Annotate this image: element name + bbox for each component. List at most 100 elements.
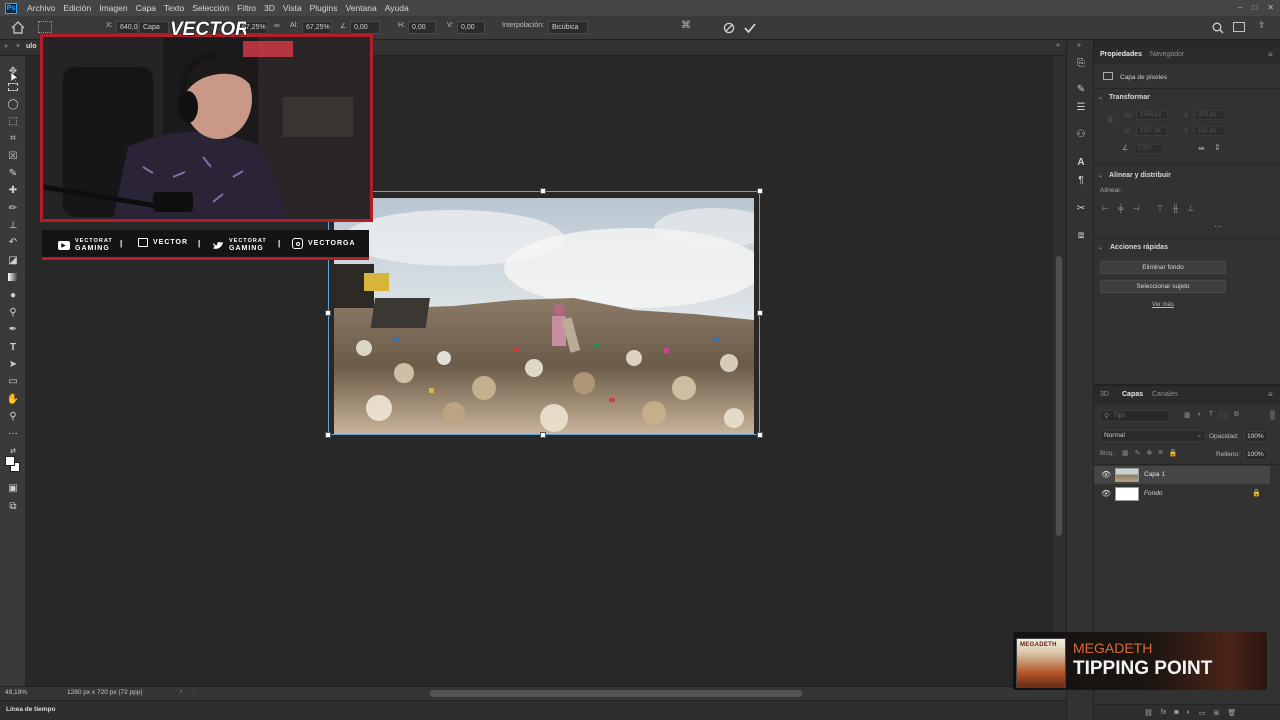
opacity-field[interactable]: 100% xyxy=(1244,431,1268,442)
brush-settings-icon[interactable]: ✎ xyxy=(1074,82,1088,96)
layer-visibility-eye-icon[interactable]: 👁 xyxy=(1101,470,1111,479)
align-section-title[interactable]: Alinear y distribuir xyxy=(1109,172,1171,179)
menu-archivo[interactable]: Archivo xyxy=(23,0,59,16)
layer-name[interactable]: Capa 1 xyxy=(1144,471,1165,478)
transform-handle-bottom-left[interactable] xyxy=(325,432,331,438)
panel-menu-icon[interactable]: ≡ xyxy=(1268,50,1273,59)
gradient-tool-icon[interactable] xyxy=(5,270,21,284)
zoom-tool-icon[interactable]: ⚲ xyxy=(5,409,21,423)
new-group-icon[interactable]: ▭ xyxy=(1199,709,1206,717)
more-tools-icon[interactable]: ··· xyxy=(5,426,21,440)
photoshop-logo-icon[interactable]: Ps xyxy=(5,2,17,14)
filter-adjustment-icon[interactable]: ◐ xyxy=(1198,411,1202,419)
align-top-icon[interactable]: ⊤ xyxy=(1157,204,1164,213)
menu-imagen[interactable]: Imagen xyxy=(95,0,131,16)
history-panel-icon[interactable]: ⎘ xyxy=(1074,56,1088,70)
object-select-tool-icon[interactable]: ⬚ xyxy=(5,114,21,128)
menu-3d[interactable]: 3D xyxy=(260,0,279,16)
eraser-tool-icon[interactable]: ◪ xyxy=(5,253,21,267)
clone-stamp-tool-icon[interactable]: ⊥ xyxy=(5,218,21,232)
hskew-field[interactable]: 0,00 xyxy=(408,21,436,34)
screen-mode-icon[interactable]: ⧉ xyxy=(5,499,21,513)
tab-properties[interactable]: Propiedades xyxy=(1100,46,1142,64)
rectangle-tool-icon[interactable]: ▭ xyxy=(5,374,21,388)
filter-pixel-icon[interactable]: ▦ xyxy=(1184,411,1191,419)
align-middle-v-icon[interactable]: ╫ xyxy=(1173,204,1179,213)
transform-section-title[interactable]: Transformar xyxy=(1109,94,1150,101)
add-mask-icon[interactable]: ◙ xyxy=(1174,709,1178,717)
healing-brush-tool-icon[interactable]: ✚ xyxy=(5,183,21,197)
lock-paint-icon[interactable]: ✎ xyxy=(1135,449,1141,457)
menu-edicion[interactable]: Edición xyxy=(59,0,95,16)
timeline-label[interactable]: Línea de tiempo xyxy=(6,706,55,713)
tab-navigator[interactable]: Navegador xyxy=(1150,46,1184,64)
workspace-icon[interactable] xyxy=(1233,22,1245,32)
color-swatches[interactable] xyxy=(5,456,21,474)
transform-handle-right[interactable] xyxy=(757,310,763,316)
zoom-level[interactable]: 49,19% xyxy=(5,689,27,696)
reference-select[interactable]: Capa xyxy=(139,21,169,34)
lock-all-icon[interactable]: 🔒 xyxy=(1169,449,1178,457)
tool-presets-icon[interactable]: ✂ xyxy=(1074,201,1088,215)
dodge-tool-icon[interactable]: ⚲ xyxy=(5,305,21,319)
commit-transform-icon[interactable] xyxy=(744,22,756,34)
layer-row-capa-1[interactable]: 👁 Capa 1 xyxy=(1094,466,1270,484)
history-brush-tool-icon[interactable]: ↶ xyxy=(5,235,21,249)
transform-chevron-icon[interactable]: ⌄ xyxy=(1098,94,1103,101)
align-left-icon[interactable]: ⊢ xyxy=(1102,204,1109,213)
delete-layer-icon[interactable]: 🗑 xyxy=(1227,709,1236,717)
interpolation-select[interactable]: Bicúbica xyxy=(548,21,588,34)
layer-style-icon[interactable]: fx xyxy=(1161,709,1166,717)
menu-ventana[interactable]: Ventana xyxy=(342,0,381,16)
angle-field[interactable]: 0,00 xyxy=(350,21,380,34)
menu-capa[interactable]: Capa xyxy=(132,0,160,16)
transform-handle-top[interactable] xyxy=(540,188,546,194)
select-subject-button[interactable]: Seleccionar sujeto xyxy=(1100,280,1226,293)
transform-handle-bottom-right[interactable] xyxy=(757,432,763,438)
hand-tool-icon[interactable]: ✋ xyxy=(5,392,21,406)
transform-handle-bottom[interactable] xyxy=(540,432,546,438)
filter-type-icon[interactable]: T xyxy=(1209,411,1213,419)
close-window-icon[interactable]: ✕ xyxy=(1267,3,1274,12)
reference-point-icon[interactable] xyxy=(38,21,52,33)
layer-row-fondo[interactable]: 👁 Fondo 🔒 xyxy=(1094,485,1270,503)
filter-shape-icon[interactable]: ⬚ xyxy=(1220,411,1227,419)
collapse-column-icon[interactable]: » xyxy=(1077,42,1081,49)
x-coord-field[interactable]: 378 px xyxy=(1194,110,1226,120)
foreground-color-swatch[interactable] xyxy=(5,456,15,466)
layer-filter-search[interactable]: ⚲ Tipo xyxy=(1100,410,1170,422)
vertical-scroll-thumb[interactable] xyxy=(1056,256,1062,536)
search-icon[interactable] xyxy=(1212,22,1224,34)
type-tool-icon[interactable]: T xyxy=(5,340,21,354)
align-bottom-icon[interactable]: ⊥ xyxy=(1187,204,1194,213)
collapse-right-icon[interactable]: « xyxy=(1056,42,1060,49)
maximize-icon[interactable]: □ xyxy=(1252,3,1257,12)
character-panel-icon[interactable]: A xyxy=(1074,155,1088,169)
layer-visibility-eye-icon[interactable]: 👁 xyxy=(1101,489,1111,498)
layers-menu-icon[interactable]: ≡ xyxy=(1268,390,1273,399)
menu-ayuda[interactable]: Ayuda xyxy=(381,0,413,16)
lock-position-icon[interactable]: ✥ xyxy=(1147,449,1153,457)
menu-plugins[interactable]: Plugins xyxy=(306,0,342,16)
blend-mode-select[interactable]: Normal ⌄ xyxy=(1100,430,1206,442)
filter-toggle[interactable] xyxy=(1270,410,1275,420)
tab-layers[interactable]: Capas xyxy=(1122,386,1143,404)
status-arrow-icon[interactable]: › xyxy=(180,688,182,695)
new-adjustment-icon[interactable]: ◐ xyxy=(1187,709,1191,717)
align-chevron-icon[interactable]: ⌄ xyxy=(1098,172,1103,179)
navigator-icon[interactable]: ⧈ xyxy=(1074,228,1088,242)
vertical-scrollbar[interactable] xyxy=(1054,56,1066,686)
transform-handle-top-right[interactable] xyxy=(757,188,763,194)
tab-3d[interactable]: 3D xyxy=(1100,386,1109,404)
paragraph-panel-icon[interactable]: ¶ xyxy=(1074,173,1088,187)
more-align-options-icon[interactable]: ··· xyxy=(1214,222,1222,231)
path-selection-tool-icon[interactable]: ➤ xyxy=(5,357,21,371)
eyedropper-tool-icon[interactable]: ✎ xyxy=(5,166,21,180)
minimize-icon[interactable]: – xyxy=(1238,3,1242,12)
see-more-link[interactable]: Ver más xyxy=(1152,302,1174,308)
filter-smart-icon[interactable]: ⧉ xyxy=(1234,411,1239,419)
link-dimensions-icon[interactable]: ⛓ xyxy=(1106,116,1114,124)
remove-background-button[interactable]: Eliminar fondo xyxy=(1100,261,1226,274)
cancel-transform-icon[interactable] xyxy=(723,22,735,34)
fill-field[interactable]: 100% xyxy=(1244,449,1268,460)
